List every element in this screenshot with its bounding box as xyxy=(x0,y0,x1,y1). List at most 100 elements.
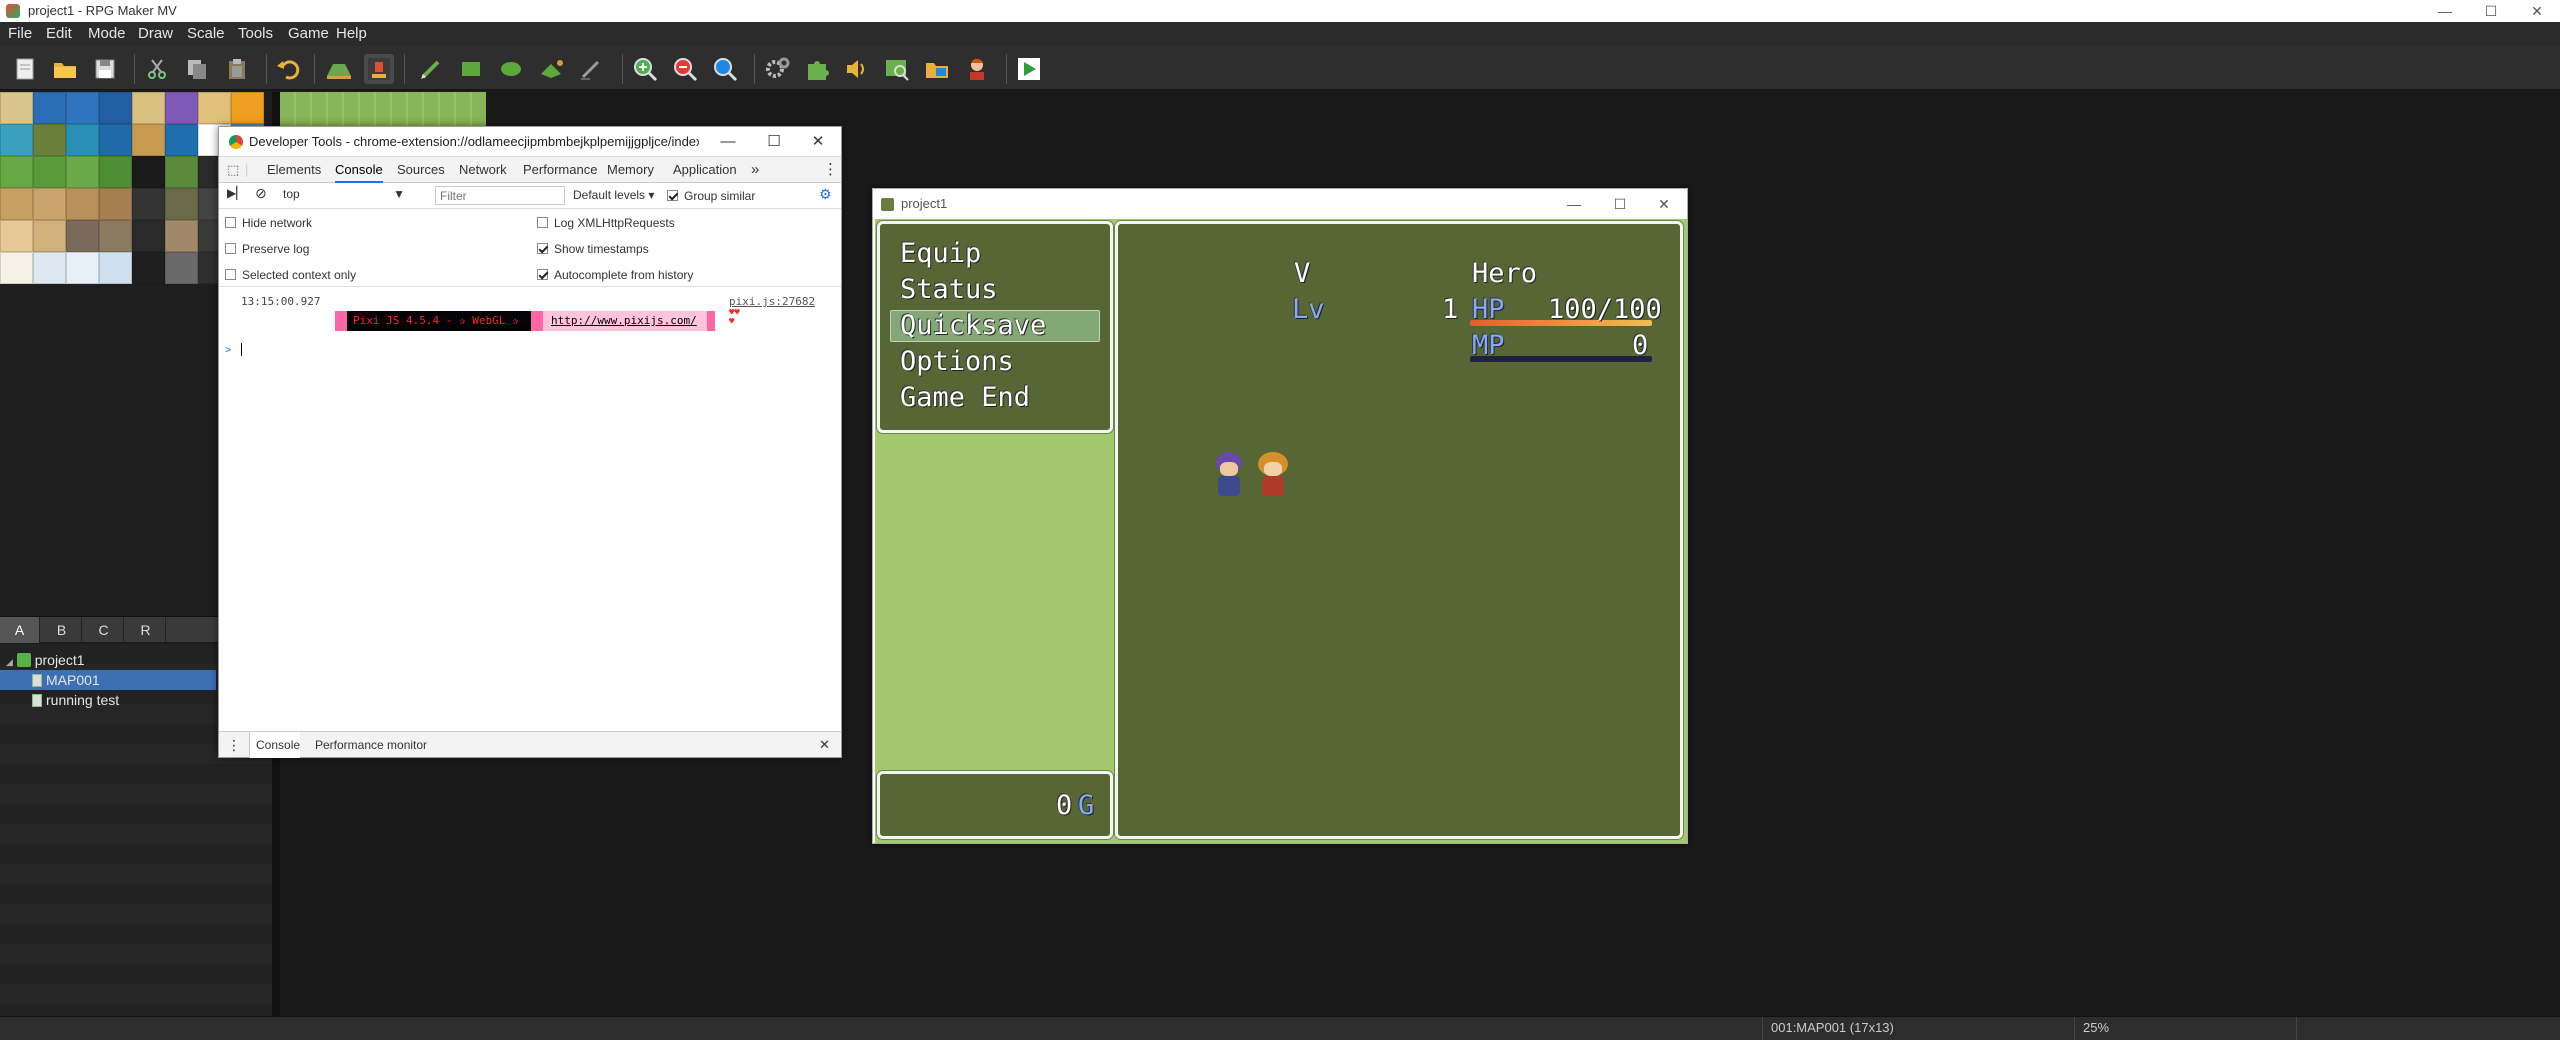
menu-file[interactable]: File xyxy=(8,25,32,42)
tab-performance[interactable]: Performance xyxy=(523,157,597,183)
console-settings-gear-icon[interactable]: ⚙ xyxy=(819,186,832,203)
tab-application[interactable]: Application xyxy=(673,157,737,183)
pencil-icon[interactable] xyxy=(416,54,446,84)
menu-bar: File Edit Mode Draw Scale Tools Game Hel… xyxy=(0,22,2560,46)
game-titlebar: project1 — ☐ ✕ xyxy=(873,189,1687,219)
game-canvas[interactable]: Equip Status Quicksave Options Game End … xyxy=(875,219,1687,843)
actual-size-icon[interactable] xyxy=(710,54,740,84)
devtools-close-button[interactable]: ✕ xyxy=(795,127,841,157)
banner-stripe xyxy=(707,311,715,331)
preserve-log-checkbox[interactable]: Preserve log xyxy=(225,241,309,257)
playtest-icon[interactable] xyxy=(1014,54,1044,84)
tab-memory[interactable]: Memory xyxy=(607,157,654,183)
open-folder-icon[interactable] xyxy=(50,54,80,84)
devtools-maximize-button[interactable]: ☐ xyxy=(751,127,797,157)
event-searcher-icon[interactable] xyxy=(882,54,912,84)
tileset-tab-a[interactable]: A xyxy=(0,617,40,643)
tab-sources[interactable]: Sources xyxy=(397,157,445,183)
menu-edit[interactable]: Edit xyxy=(46,25,72,42)
hide-network-checkbox[interactable]: Hide network xyxy=(225,215,312,231)
show-timestamps-label: Show timestamps xyxy=(554,242,649,256)
zoom-in-icon[interactable] xyxy=(630,54,660,84)
devtools-window: Developer Tools - chrome-extension://odl… xyxy=(218,126,842,758)
game-close-button[interactable]: ✕ xyxy=(1641,189,1687,219)
event-mode-icon[interactable] xyxy=(364,54,394,84)
map-icon xyxy=(32,694,42,707)
map-icon xyxy=(32,674,42,687)
actor-status-window[interactable]: V Hero Lv 1 HP 100/100 MP 0 xyxy=(1115,221,1683,839)
maximize-button[interactable]: ☐ xyxy=(2468,0,2514,22)
character-generator-icon[interactable] xyxy=(962,54,992,84)
command-status[interactable]: Status xyxy=(900,274,998,305)
command-options[interactable]: Options xyxy=(900,346,1014,377)
minimize-button[interactable]: — xyxy=(2422,0,2468,22)
devtools-minimize-button[interactable]: — xyxy=(705,127,751,157)
more-tabs-icon[interactable]: » xyxy=(751,157,759,183)
toolbar-separator xyxy=(314,54,315,84)
hp-label: HP xyxy=(1472,294,1505,325)
undo-icon[interactable] xyxy=(274,54,304,84)
tree-map-map001[interactable]: MAP001 xyxy=(0,670,216,690)
log-levels-dropdown[interactable]: Default levels ▾ xyxy=(573,188,654,202)
selected-context-checkbox[interactable]: Selected context only xyxy=(225,267,356,283)
collapse-arrow-icon[interactable]: ◢ xyxy=(6,657,13,667)
command-quicksave[interactable]: Quicksave xyxy=(900,310,1046,341)
menu-command-window: Equip Status Quicksave Options Game End xyxy=(877,221,1113,433)
tileset-tab-r[interactable]: R xyxy=(126,617,166,643)
group-similar-checkbox[interactable]: Group similar xyxy=(667,188,755,204)
copy-icon[interactable] xyxy=(182,54,212,84)
command-equip[interactable]: Equip xyxy=(900,238,981,269)
shadow-pen-icon[interactable] xyxy=(576,54,606,84)
menu-tools[interactable]: Tools xyxy=(238,25,273,42)
plugin-manager-icon[interactable] xyxy=(802,54,832,84)
new-project-icon[interactable] xyxy=(10,54,40,84)
drawer-tab-performance-monitor[interactable]: Performance monitor xyxy=(309,732,427,758)
log-source-link[interactable]: pixi.js:27682 xyxy=(729,295,815,308)
show-timestamps-checkbox[interactable]: Show timestamps xyxy=(537,241,649,257)
log-xhr-checkbox[interactable]: Log XMLHttpRequests xyxy=(537,215,675,231)
resource-manager-icon[interactable] xyxy=(922,54,952,84)
inspect-element-icon[interactable]: ⬚ xyxy=(227,157,239,183)
menu-help[interactable]: Help xyxy=(336,25,367,42)
menu-mode[interactable]: Mode xyxy=(88,25,126,42)
tileset-tab-c[interactable]: C xyxy=(84,617,124,643)
kebab-menu-icon[interactable]: ⋮ xyxy=(823,157,838,183)
close-button[interactable]: ✕ xyxy=(2514,0,2560,22)
menu-game[interactable]: Game xyxy=(288,25,329,42)
selected-context-label: Selected context only xyxy=(242,268,357,282)
command-game-end[interactable]: Game End xyxy=(900,382,1030,413)
tree-project-root[interactable]: ◢ project1 xyxy=(0,650,216,670)
game-maximize-button[interactable]: ☐ xyxy=(1597,189,1643,219)
sound-test-icon[interactable] xyxy=(842,54,872,84)
save-icon[interactable] xyxy=(90,54,120,84)
database-gear-icon[interactable] xyxy=(762,54,792,84)
show-sidebar-icon[interactable]: ▶▏ xyxy=(227,186,245,200)
console-prompt: > xyxy=(225,343,232,356)
game-minimize-button[interactable]: — xyxy=(1551,189,1597,219)
fill-icon[interactable] xyxy=(536,54,566,84)
context-select[interactable]: top ▼ xyxy=(279,186,409,205)
tab-network[interactable]: Network xyxy=(459,157,507,183)
menu-draw[interactable]: Draw xyxy=(138,25,173,42)
drawer-tab-console[interactable]: Console xyxy=(249,732,301,758)
rectangle-icon[interactable] xyxy=(456,54,486,84)
drawer-close-icon[interactable]: ✕ xyxy=(819,732,830,758)
autocomplete-history-label: Autocomplete from history xyxy=(554,268,694,282)
paste-icon[interactable] xyxy=(222,54,252,84)
tree-map-running-test[interactable]: running test xyxy=(0,690,216,710)
zoom-out-icon[interactable] xyxy=(670,54,700,84)
drawer-menu-icon[interactable]: ⋮ xyxy=(227,732,241,758)
tileset-tab-b[interactable]: B xyxy=(42,617,82,643)
autocomplete-history-checkbox[interactable]: Autocomplete from history xyxy=(537,267,693,283)
console-output[interactable]: 13:15:00.927 pixi.js:27682 Pixi JS 4.5.4… xyxy=(219,287,841,731)
ellipse-icon[interactable] xyxy=(496,54,526,84)
checkbox-icon xyxy=(667,190,678,201)
clear-console-icon[interactable]: ⊘ xyxy=(255,185,267,202)
banner-link[interactable]: http://www.pixijs.com/ xyxy=(543,311,707,331)
map-mode-icon[interactable] xyxy=(324,54,354,84)
menu-scale[interactable]: Scale xyxy=(187,25,225,42)
console-filter-input[interactable] xyxy=(435,186,565,205)
tab-elements[interactable]: Elements xyxy=(267,157,321,183)
tab-console[interactable]: Console xyxy=(335,157,383,183)
cut-icon[interactable] xyxy=(142,54,172,84)
